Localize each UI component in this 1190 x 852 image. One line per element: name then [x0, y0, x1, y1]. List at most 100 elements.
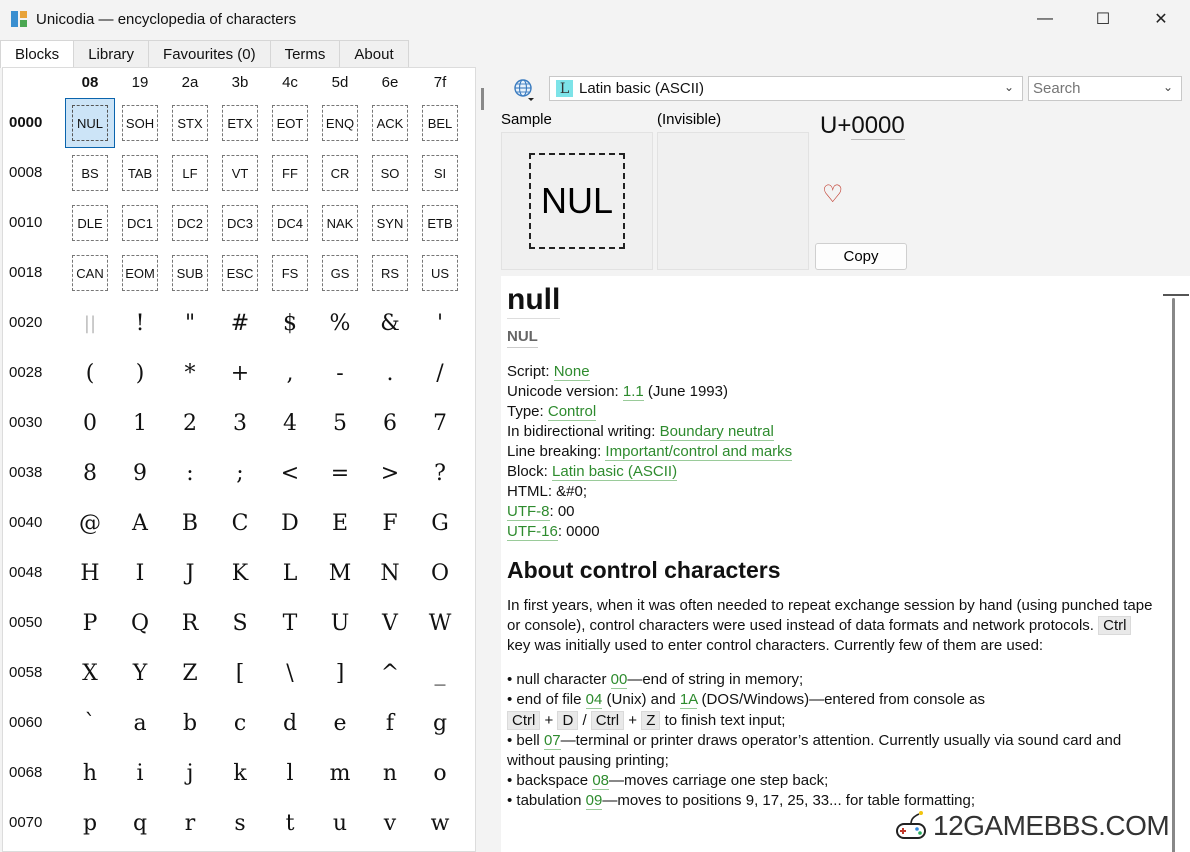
globe-menu-button[interactable] — [508, 76, 540, 102]
character-cell[interactable]: g — [415, 698, 465, 748]
character-cell[interactable]: s — [215, 798, 265, 848]
character-cell[interactable]: H — [65, 548, 115, 598]
character-cell[interactable]: j — [165, 748, 215, 798]
character-cell[interactable]: r — [165, 798, 215, 848]
character-cell[interactable]: DC3 — [215, 198, 265, 248]
link-utf16[interactable]: UTF-16 — [507, 523, 558, 541]
character-cell[interactable]: \ — [265, 648, 315, 698]
character-cell[interactable]: 2 — [165, 398, 215, 448]
maximize-button[interactable]: ☐ — [1074, 0, 1132, 38]
character-cell[interactable]: E — [315, 498, 365, 548]
character-cell[interactable]: RS — [365, 248, 415, 298]
character-cell[interactable]: SO — [365, 148, 415, 198]
character-cell[interactable]: B — [165, 498, 215, 548]
character-cell[interactable]: US — [415, 248, 465, 298]
character-cell[interactable]: c — [215, 698, 265, 748]
link-utf8[interactable]: UTF-8 — [507, 503, 550, 521]
character-cell[interactable]: EOM — [115, 248, 165, 298]
character-cell[interactable]: Q — [115, 598, 165, 648]
character-cell[interactable]: 5 — [315, 398, 365, 448]
character-cell[interactable]: ! — [115, 298, 165, 348]
character-cell[interactable]: , — [265, 348, 315, 398]
character-cell[interactable]: NUL — [65, 98, 115, 148]
character-cell[interactable]: A — [115, 498, 165, 548]
character-cell[interactable]: $ — [265, 298, 315, 348]
close-button[interactable]: ✕ — [1132, 0, 1190, 38]
character-cell[interactable]: . — [365, 348, 415, 398]
character-cell[interactable]: f — [365, 698, 415, 748]
character-cell[interactable]: M — [315, 548, 365, 598]
character-cell[interactable]: || — [65, 298, 115, 348]
character-cell[interactable]: F — [365, 498, 415, 548]
character-cell[interactable]: LF — [165, 148, 215, 198]
character-cell[interactable]: Z — [165, 648, 215, 698]
link-code[interactable]: 09 — [585, 792, 603, 810]
character-cell[interactable]: W — [415, 598, 465, 648]
character-cell[interactable]: GS — [315, 248, 365, 298]
character-cell[interactable]: _ — [415, 648, 465, 698]
character-cell[interactable]: d — [265, 698, 315, 748]
link-version[interactable]: 1.1 — [622, 383, 644, 401]
character-cell[interactable]: CR — [315, 148, 365, 198]
tab-blocks[interactable]: Blocks — [0, 40, 75, 68]
character-cell[interactable]: n — [365, 748, 415, 798]
link-bidi[interactable]: Boundary neutral — [659, 423, 774, 441]
minimize-button[interactable]: — — [1016, 0, 1074, 38]
character-cell[interactable]: v — [365, 798, 415, 848]
search-input[interactable] — [1033, 80, 1153, 97]
character-cell[interactable]: u — [315, 798, 365, 848]
code-point[interactable]: U+0000 — [820, 112, 905, 140]
character-cell[interactable]: ' — [415, 298, 465, 348]
character-cell[interactable]: 1 — [115, 398, 165, 448]
link-code[interactable]: 08 — [592, 772, 609, 790]
link-script[interactable]: None — [553, 363, 590, 381]
character-cell[interactable]: 3 — [215, 398, 265, 448]
panel-splitter[interactable] — [481, 88, 484, 110]
tab-terms[interactable]: Terms — [269, 40, 341, 68]
character-cell[interactable]: o — [415, 748, 465, 798]
character-cell[interactable]: e — [315, 698, 365, 748]
character-cell[interactable]: L — [265, 548, 315, 598]
character-cell[interactable]: [ — [215, 648, 265, 698]
link-line-breaking[interactable]: Important/control and marks — [605, 443, 793, 461]
character-cell[interactable]: D — [265, 498, 315, 548]
tab-library[interactable]: Library — [73, 40, 150, 68]
character-cell[interactable]: 0 — [65, 398, 115, 448]
character-cell[interactable]: h — [65, 748, 115, 798]
character-cell[interactable]: TAB — [115, 148, 165, 198]
character-cell[interactable]: VT — [215, 148, 265, 198]
link-type[interactable]: Control — [547, 403, 597, 421]
character-cell[interactable]: ` — [65, 698, 115, 748]
character-cell[interactable]: = — [315, 448, 365, 498]
character-cell[interactable]: a — [115, 698, 165, 748]
character-cell[interactable]: k — [215, 748, 265, 798]
character-cell[interactable]: G — [415, 498, 465, 548]
character-cell[interactable]: # — [215, 298, 265, 348]
tab-favourites[interactable]: Favourites (0) — [148, 40, 271, 68]
character-cell[interactable]: ] — [315, 648, 365, 698]
character-cell[interactable]: ACK — [365, 98, 415, 148]
character-cell[interactable]: SYN — [365, 198, 415, 248]
character-cell[interactable]: J — [165, 548, 215, 598]
character-cell[interactable]: CAN — [65, 248, 115, 298]
character-cell[interactable]: - — [315, 348, 365, 398]
character-cell[interactable]: ) — [115, 348, 165, 398]
character-cell[interactable]: + — [215, 348, 265, 398]
character-cell[interactable]: @ — [65, 498, 115, 548]
character-cell[interactable]: m — [315, 748, 365, 798]
character-cell[interactable]: Y — [115, 648, 165, 698]
character-cell[interactable]: SUB — [165, 248, 215, 298]
link-block[interactable]: Latin basic (ASCII) — [552, 463, 678, 481]
character-cell[interactable]: w — [415, 798, 465, 848]
character-cell[interactable]: V — [365, 598, 415, 648]
link-code[interactable]: 07 — [543, 732, 561, 750]
character-cell[interactable]: O — [415, 548, 465, 598]
link-code[interactable]: 00 — [610, 671, 628, 689]
character-cell[interactable]: SI — [415, 148, 465, 198]
character-cell[interactable]: DC1 — [115, 198, 165, 248]
chevron-down-icon[interactable]: ⌄ — [1163, 80, 1173, 94]
character-cell[interactable]: : — [165, 448, 215, 498]
character-cell[interactable]: T — [265, 598, 315, 648]
character-cell[interactable]: ? — [415, 448, 465, 498]
character-cell[interactable]: b — [165, 698, 215, 748]
